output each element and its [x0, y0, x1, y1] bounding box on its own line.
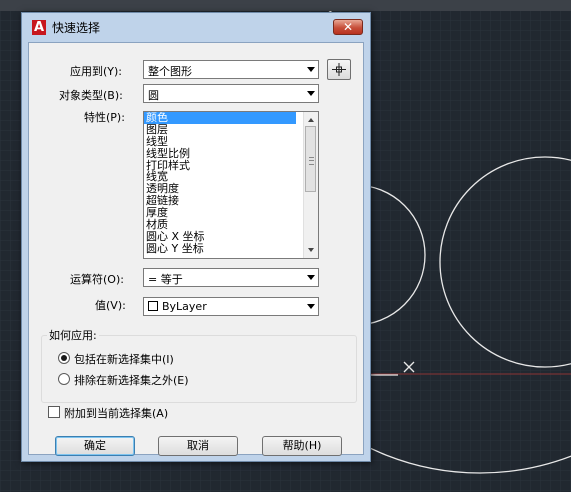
object-type-label: 对象类型(B):: [59, 89, 123, 102]
crosshair-icon: [332, 63, 346, 76]
append-checkbox[interactable]: [48, 406, 60, 418]
how-to-apply-group: [41, 335, 357, 403]
exclude-radio-label[interactable]: 排除在新选择集之外(E): [74, 372, 189, 388]
list-item[interactable]: 线型: [144, 135, 318, 148]
list-item[interactable]: 超链接: [144, 195, 318, 207]
operator-value: = 等于: [148, 273, 183, 286]
autocad-logo-icon: A: [32, 20, 46, 35]
quick-select-dialog: A 快速选择 ✕ 应用到(Y): 整个图形 对象类型(B): 圆 特性(P): …: [21, 12, 371, 462]
title-bar[interactable]: A 快速选择 ✕: [22, 13, 370, 41]
ok-button[interactable]: 确定: [55, 436, 135, 456]
close-button[interactable]: ✕: [333, 19, 363, 35]
properties-label: 特性(P):: [84, 111, 125, 124]
append-checkbox-label[interactable]: 附加到当前选择集(A): [64, 405, 168, 421]
include-radio-label[interactable]: 包括在新选择集中(I): [74, 351, 174, 367]
top-strip: [0, 0, 571, 11]
color-swatch-icon: [148, 301, 158, 311]
exclude-radio[interactable]: [58, 373, 70, 385]
value-label: 值(V):: [95, 299, 126, 312]
list-item[interactable]: 线型比例: [144, 147, 318, 160]
scroll-thumb[interactable]: [305, 126, 316, 192]
dialog-body: 应用到(Y): 整个图形 对象类型(B): 圆 特性(P): 颜色 图层 线型 …: [28, 42, 364, 456]
object-type-dropdown[interactable]: 圆: [143, 84, 319, 103]
apply-to-label: 应用到(Y):: [70, 65, 123, 78]
select-objects-button[interactable]: [327, 59, 351, 80]
list-item[interactable]: 打印样式: [144, 159, 318, 172]
properties-listbox[interactable]: 颜色 图层 线型 线型比例 打印样式 线宽 透明度 超链接 厚度 材质 圆心 X…: [143, 111, 319, 259]
list-item[interactable]: 圆心 Y 坐标: [144, 242, 318, 255]
value-display: ByLayer: [148, 300, 207, 313]
list-item[interactable]: 图层: [144, 123, 318, 136]
list-item[interactable]: 圆心 X 坐标: [144, 230, 318, 243]
grip-icon: [309, 157, 314, 165]
scroll-up-icon[interactable]: [308, 118, 314, 122]
list-item[interactable]: 厚度: [144, 207, 318, 219]
chevron-down-icon: [307, 67, 315, 72]
apply-to-dropdown[interactable]: 整个图形: [143, 60, 319, 79]
cancel-button[interactable]: 取消: [158, 436, 238, 456]
dialog-title: 快速选择: [52, 21, 101, 35]
apply-to-value: 整个图形: [148, 65, 192, 78]
operator-dropdown[interactable]: = 等于: [143, 268, 319, 287]
how-to-apply-label: 如何应用:: [47, 327, 99, 343]
help-button[interactable]: 帮助(H): [262, 436, 342, 456]
operator-label: 运算符(O):: [70, 273, 124, 286]
chevron-down-icon: [307, 304, 315, 309]
object-type-value: 圆: [148, 89, 159, 102]
chevron-down-icon: [307, 275, 315, 280]
properties-scrollbar[interactable]: [303, 112, 318, 258]
value-text: ByLayer: [162, 300, 207, 313]
scroll-down-icon[interactable]: [308, 248, 314, 252]
include-radio[interactable]: [58, 352, 70, 364]
chevron-down-icon: [307, 91, 315, 96]
value-dropdown[interactable]: ByLayer: [143, 297, 319, 316]
